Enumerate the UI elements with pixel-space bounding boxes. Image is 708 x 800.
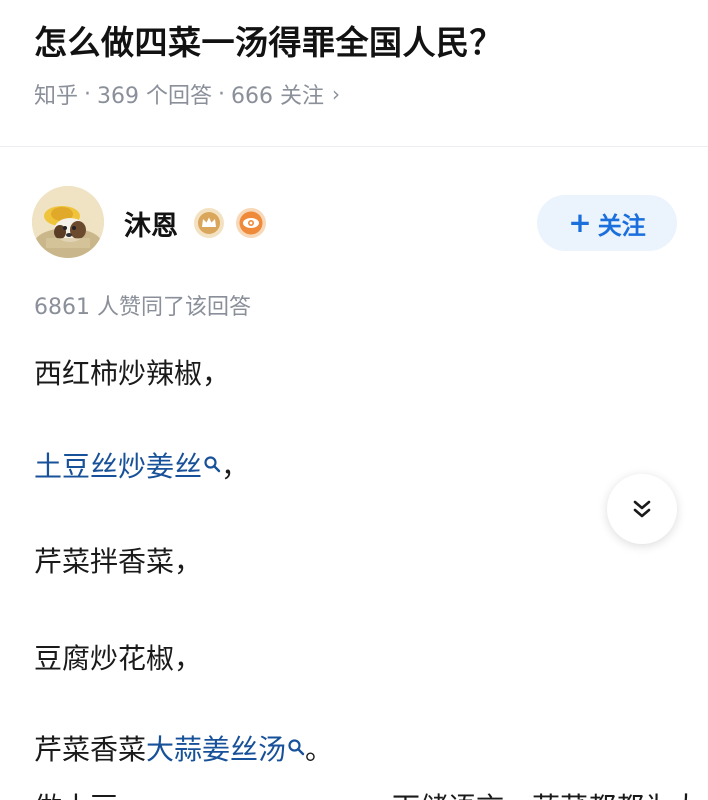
crown-badge-icon bbox=[193, 207, 225, 239]
answer-line: 豆腐炒花椒， bbox=[34, 637, 202, 677]
answer-text: 芹菜香菜 bbox=[34, 733, 147, 766]
author-name[interactable]: 沐恩 bbox=[124, 204, 178, 243]
answer-line: 西红柿炒辣椒， bbox=[34, 352, 230, 392]
divider bbox=[0, 146, 708, 147]
search-link[interactable]: 大蒜姜丝汤 bbox=[146, 728, 305, 768]
search-icon bbox=[287, 730, 305, 756]
search-link-text: 大蒜姜丝汤 bbox=[146, 733, 287, 766]
answer-text-cutoff: 下储语言，蔬菜都都为大 bbox=[392, 786, 700, 800]
source-label: 知乎 bbox=[34, 84, 79, 109]
double-chevron-down-icon bbox=[633, 500, 651, 518]
plus-icon: + bbox=[568, 206, 592, 239]
answer-text-cutoff: 做土豆 bbox=[34, 786, 118, 800]
answer-line: 土豆丝炒姜丝 ， bbox=[34, 445, 249, 485]
answer-line: 芹菜香菜 大蒜姜丝汤 。 bbox=[34, 728, 333, 768]
chevron-right-icon: › bbox=[332, 82, 341, 106]
answer-text: 豆腐炒花椒， bbox=[34, 642, 203, 675]
answer-count: 369 个回答 bbox=[97, 84, 213, 109]
answer-text: 西红柿炒辣椒， bbox=[34, 357, 231, 390]
follow-button[interactable]: + 关注 bbox=[537, 195, 677, 251]
meta-separator: · bbox=[218, 81, 226, 107]
upvote-summary: 6861 人赞同了该回答 bbox=[34, 295, 251, 320]
avatar[interactable] bbox=[32, 186, 104, 258]
search-icon bbox=[203, 447, 221, 473]
answer-line: 芹菜拌香菜， bbox=[34, 540, 202, 580]
answer-text: ， bbox=[221, 450, 250, 483]
answer-text: 。 bbox=[305, 733, 334, 766]
meta-separator: · bbox=[84, 81, 92, 107]
eye-badge-icon bbox=[235, 207, 267, 239]
answer-text: 芹菜拌香菜， bbox=[34, 545, 203, 578]
search-link[interactable]: 土豆丝炒姜丝 bbox=[34, 445, 221, 485]
collapse-button[interactable] bbox=[607, 474, 677, 544]
question-title[interactable]: 怎么做四菜一汤得罪全国人民？ bbox=[34, 16, 503, 64]
search-link-text: 土豆丝炒姜丝 bbox=[34, 450, 203, 483]
answer-page: 怎么做四菜一汤得罪全国人民？ 知乎 · 369 个回答 · 666 关注 › 沐… bbox=[0, 0, 708, 800]
follow-label: 关注 bbox=[597, 211, 646, 240]
follower-count: 666 关注 bbox=[231, 84, 325, 109]
question-meta[interactable]: 知乎 · 369 个回答 · 666 关注 › bbox=[34, 78, 340, 110]
